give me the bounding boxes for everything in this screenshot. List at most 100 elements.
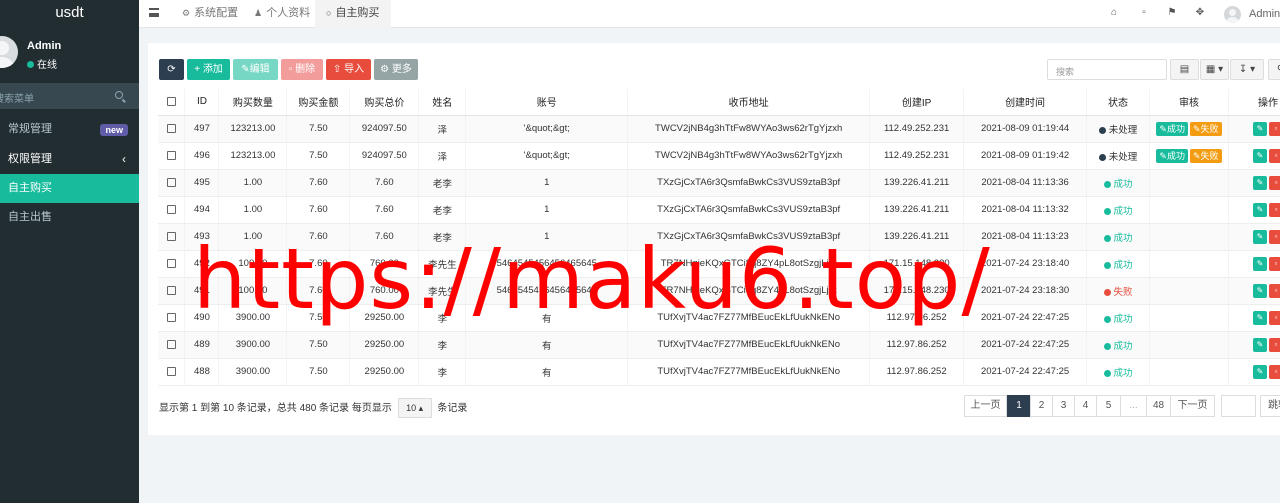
edit-row-button[interactable]: ✎: [1252, 148, 1267, 163]
edit-row-button[interactable]: ✎: [1252, 175, 1267, 190]
page-button[interactable]: 4: [1074, 395, 1097, 417]
edit-row-button[interactable]: ✎: [1252, 202, 1267, 217]
advanced-search-button[interactable]: ⚲: [1268, 59, 1280, 80]
edit-row-button[interactable]: ✎: [1252, 283, 1267, 298]
col-time[interactable]: 创建时间: [963, 89, 1088, 116]
edit-row-button[interactable]: ✎: [1252, 337, 1267, 352]
delete-row-button[interactable]: ▫: [1268, 283, 1280, 298]
checkbox-icon[interactable]: [166, 150, 176, 160]
edit-row-button[interactable]: ✎: [1252, 364, 1267, 379]
reject-button[interactable]: ✎失败: [1189, 148, 1222, 163]
delete-button[interactable]: ▫ 删除: [281, 59, 323, 80]
delete-row-button[interactable]: ▫: [1268, 229, 1280, 244]
search-icon[interactable]: [115, 91, 123, 99]
table-search-input[interactable]: 搜索: [1047, 59, 1167, 80]
col-id[interactable]: ID: [184, 89, 220, 116]
checkbox-icon[interactable]: [166, 177, 176, 187]
page-button[interactable]: 3: [1052, 395, 1075, 417]
tab-buy[interactable]: ○ 自主购买: [315, 0, 392, 29]
columns-button[interactable]: ▦ ▾: [1200, 59, 1229, 80]
menu-search-input[interactable]: 搜索菜单: [0, 83, 139, 109]
add-button[interactable]: + 添加: [187, 59, 230, 80]
row-checkbox[interactable]: [158, 358, 186, 386]
col-total[interactable]: 购买总价: [349, 89, 420, 116]
page-size-select[interactable]: 10 ▴: [397, 398, 432, 418]
delete-row-button[interactable]: ▫: [1268, 175, 1280, 190]
col-qty[interactable]: 购买数量: [218, 89, 288, 116]
row-checkbox[interactable]: [158, 142, 186, 170]
delete-row-button[interactable]: ▫: [1268, 121, 1280, 136]
row-checkbox[interactable]: [158, 196, 186, 224]
tab-profile[interactable]: ♟ 个人资料: [254, 0, 310, 28]
table-row[interactable]: 492 100.00 7.60 760.00 李先生 546454545645646564…: [158, 250, 1280, 278]
row-checkbox[interactable]: [158, 250, 186, 278]
checkbox-icon[interactable]: [166, 366, 176, 376]
col-account[interactable]: 账号: [465, 89, 629, 116]
top-avatar[interactable]: [1224, 6, 1241, 23]
trash-icon[interactable]: ▫: [1139, 8, 1149, 18]
page-button[interactable]: 2: [1030, 395, 1053, 417]
next-page-button[interactable]: 下一页: [1170, 395, 1215, 417]
fullscreen-icon[interactable]: ✥: [1195, 8, 1205, 18]
checkbox-icon[interactable]: [166, 339, 176, 349]
checkbox-icon[interactable]: [166, 123, 176, 133]
top-user-name[interactable]: Admin: [1249, 8, 1280, 20]
page-jump-button[interactable]: 跳转: [1260, 395, 1280, 417]
col-name[interactable]: 姓名: [418, 89, 467, 116]
home-icon[interactable]: ⌂: [1109, 8, 1119, 18]
checkbox-icon[interactable]: [166, 258, 176, 268]
sidebar-item-general[interactable]: 常规管理 new: [0, 115, 139, 144]
delete-row-button[interactable]: ▫: [1268, 256, 1280, 271]
sidebar-item-buy[interactable]: 自主购买: [0, 174, 139, 203]
table-row[interactable]: 493 1.00 7.60 7.60 老李 1 TXzGjCxTA6r3QsmfaBwkCs…: [158, 223, 1280, 251]
approve-button[interactable]: ✎成功: [1156, 148, 1188, 163]
menu-toggle-icon[interactable]: [149, 8, 159, 17]
edit-row-button[interactable]: ✎: [1252, 256, 1267, 271]
more-button[interactable]: ⚙ 更多: [374, 59, 418, 80]
checkbox-icon[interactable]: [166, 97, 176, 107]
approve-button[interactable]: ✎成功: [1156, 121, 1188, 136]
row-checkbox[interactable]: [158, 115, 186, 143]
checkbox-icon[interactable]: [166, 312, 176, 322]
checkbox-icon[interactable]: [166, 204, 176, 214]
col-address[interactable]: 收币地址: [627, 89, 871, 116]
delete-row-button[interactable]: ▫: [1268, 364, 1280, 379]
export-button[interactable]: ↧ ▾: [1230, 59, 1264, 80]
app-logo[interactable]: usdt: [0, 0, 139, 28]
sidebar-item-sell[interactable]: 自主出售: [0, 203, 139, 232]
checkbox-icon[interactable]: [166, 285, 176, 295]
checkbox-icon[interactable]: [166, 231, 176, 241]
tab-system-config[interactable]: ⚙ 系统配置: [182, 0, 238, 28]
col-status[interactable]: 状态: [1086, 89, 1150, 116]
delete-row-button[interactable]: ▫: [1268, 310, 1280, 325]
delete-row-button[interactable]: ▫: [1268, 337, 1280, 352]
row-checkbox[interactable]: [158, 304, 186, 332]
table-row[interactable]: 490 3900.00 7.50 29250.00 李有 TUfXvjTV4ac7FZ77…: [158, 304, 1280, 332]
row-checkbox[interactable]: [158, 277, 186, 305]
table-row[interactable]: 491 100.00 7.60 760.00 李先生 546454545645646564…: [158, 277, 1280, 305]
row-checkbox[interactable]: [158, 169, 186, 197]
table-row[interactable]: 489 3900.00 7.50 29250.00 李有 TUfXvjTV4ac7FZ77…: [158, 331, 1280, 359]
refresh-button[interactable]: ⟳: [159, 59, 184, 80]
edit-button[interactable]: ✎编辑: [233, 59, 278, 80]
row-checkbox[interactable]: [158, 331, 186, 359]
delete-row-button[interactable]: ▫: [1268, 148, 1280, 163]
prev-page-button[interactable]: 上一页: [964, 395, 1007, 417]
col-amount[interactable]: 购买金额: [286, 89, 351, 116]
col-ip[interactable]: 创建IP: [869, 89, 965, 116]
page-button[interactable]: 48: [1146, 395, 1171, 417]
page-jump-input[interactable]: [1221, 395, 1256, 417]
table-row[interactable]: 488 3900.00 7.50 29250.00 李有 TUfXvjTV4ac7FZ77…: [158, 358, 1280, 386]
import-button[interactable]: ⇧ 导入: [326, 59, 371, 80]
row-checkbox[interactable]: [158, 223, 186, 251]
sidebar-item-permissions[interactable]: 权限管理 ‹: [0, 145, 139, 174]
page-button[interactable]: 1: [1007, 395, 1031, 417]
table-row[interactable]: 494 1.00 7.60 7.60 老李 1 TXzGjCxTA6r3QsmfaBwkCs…: [158, 196, 1280, 224]
table-row[interactable]: 495 1.00 7.60 7.60 老李 1 TXzGjCxTA6r3QsmfaBwkCs…: [158, 169, 1280, 197]
page-button[interactable]: 5: [1096, 395, 1121, 417]
edit-row-button[interactable]: ✎: [1252, 121, 1267, 136]
edit-row-button[interactable]: ✎: [1252, 229, 1267, 244]
language-icon[interactable]: ⚑: [1167, 8, 1177, 18]
table-row[interactable]: 497 123213.00 7.50 924097.50 泽 '&quot;&gt; TWC…: [158, 115, 1280, 143]
header-checkbox[interactable]: [158, 89, 186, 116]
